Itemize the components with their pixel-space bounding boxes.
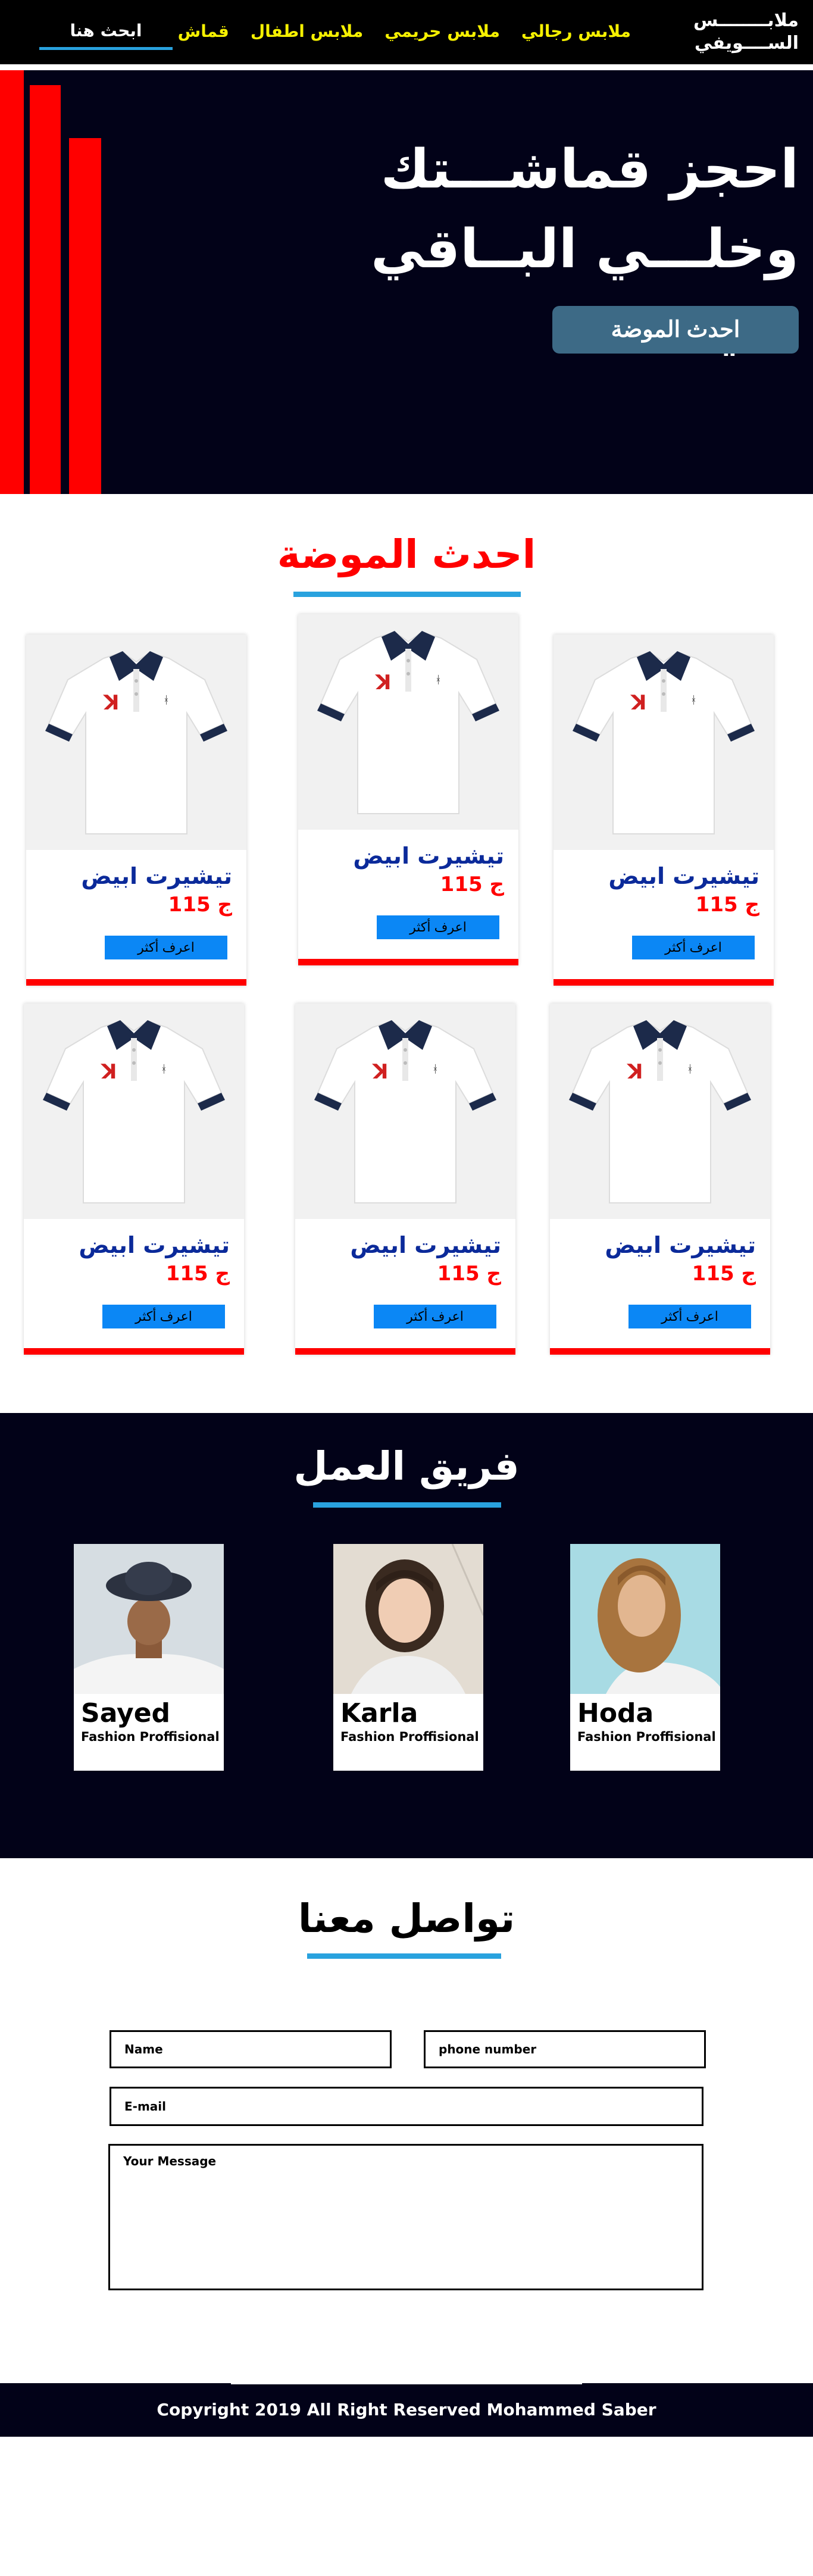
phone-field[interactable] (424, 2030, 706, 2068)
learn-more-button[interactable]: اعرف أكثر (632, 936, 755, 959)
hero-title-line-1: احجز قماشـــتك (380, 138, 799, 201)
logo-line-2: الســــويفي (694, 33, 799, 54)
product-card: تيشيرت ابيض 115 ج اعرف أكثر (554, 634, 774, 986)
product-name: تيشيرت ابيض (79, 1232, 230, 1258)
product-price: 115 ج (165, 1262, 230, 1286)
member-photo (333, 1544, 483, 1694)
product-card: تيشيرت ابيض 115 ج اعرف أكثر (295, 1003, 515, 1355)
contact-section-title: تواصل معنا (298, 1896, 515, 1942)
hero-red-bar-1 (0, 70, 24, 494)
product-card: تيشيرت ابيض 115 ج اعرف أكثر (24, 1003, 244, 1355)
product-image[interactable] (554, 634, 774, 850)
name-field[interactable] (110, 2030, 392, 2068)
product-card: تيشيرت ابيض 115 ج اعرف أكثر (298, 614, 518, 965)
member-role: Fashion Proffisional (577, 1730, 716, 1744)
product-name: تيشيرت ابيض (81, 863, 232, 889)
product-name: تيشيرت ابيض (608, 863, 759, 889)
member-name: Sayed (81, 1698, 171, 1728)
team-section: فريق العمل Sayed Fashion Proffisional Ka… (0, 1413, 813, 1858)
member-role: Fashion Proffisional (81, 1730, 220, 1744)
learn-more-button[interactable]: اعرف أكثر (628, 1305, 751, 1328)
nav-item-fabric[interactable]: قماش (178, 21, 229, 41)
search-label: ابحث هنا (70, 21, 142, 40)
product-price: 115 ج (168, 893, 232, 917)
hero-red-bar-3 (69, 138, 101, 494)
member-photo (570, 1544, 720, 1694)
learn-more-button[interactable]: اعرف أكثر (105, 936, 227, 959)
learn-more-button[interactable]: اعرف أكثر (102, 1305, 225, 1328)
email-field[interactable] (110, 2087, 703, 2126)
product-price: 115 ج (440, 873, 504, 896)
learn-more-button[interactable]: اعرف أكثر (374, 1305, 496, 1328)
header-divider (0, 64, 813, 70)
message-field[interactable] (108, 2144, 703, 2290)
product-price: 115 ج (692, 1262, 756, 1286)
team-member-card: Karla Fashion Proffisional (333, 1544, 483, 1771)
member-photo (74, 1544, 224, 1694)
main-nav: ملابس رجالي ملابس حريمي ملابس اطفال قماش (178, 18, 631, 44)
search-link[interactable]: ابحث هنا (39, 17, 173, 50)
team-member-card: Hoda Fashion Proffisional (570, 1544, 720, 1771)
hero-section: احجز قماشـــتك وخلـــي البــاقي علينا اح… (0, 70, 813, 494)
search-underline (39, 47, 173, 50)
contact-title-underline (307, 1953, 501, 1959)
site-header: ملابــــــــس الســــويفي ملابس رجالي مل… (0, 0, 813, 70)
site-logo[interactable]: ملابــــــــس الســــويفي (680, 10, 799, 55)
product-name: تيشيرت ابيض (350, 1232, 501, 1258)
product-image[interactable] (550, 1003, 770, 1219)
product-image[interactable] (295, 1003, 515, 1219)
product-image[interactable] (24, 1003, 244, 1219)
member-name: Hoda (577, 1698, 654, 1728)
product-card: تيشيرت ابيض 115 ج اعرف أكثر (550, 1003, 770, 1355)
latest-section-title: احدث الموضة (277, 532, 536, 577)
nav-item-kids[interactable]: ملابس اطفال (251, 21, 363, 41)
member-role: Fashion Proffisional (340, 1730, 479, 1744)
latest-fashion-button[interactable]: احدث الموضة (552, 306, 799, 354)
latest-title-underline (293, 592, 521, 597)
team-title-underline (313, 1502, 501, 1508)
nav-item-men[interactable]: ملابس رجالي (521, 21, 631, 41)
nav-item-women[interactable]: ملابس حريمي (384, 21, 500, 41)
logo-line-1: ملابــــــــس (693, 10, 799, 31)
product-image[interactable] (298, 614, 518, 830)
team-section-title: فريق العمل (293, 1443, 520, 1489)
team-member-card: Sayed Fashion Proffisional (74, 1544, 224, 1771)
site-footer: Copyright 2019 All Right Reserved Mohamm… (0, 2383, 813, 2437)
product-name: تيشيرت ابيض (353, 843, 504, 869)
copyright-text: Copyright 2019 All Right Reserved Mohamm… (157, 2400, 656, 2419)
hero-red-bar-2 (30, 85, 61, 494)
product-image[interactable] (26, 634, 246, 850)
page: ملابــــــــس الســــويفي ملابس رجالي مل… (0, 0, 813, 2576)
member-name: Karla (340, 1698, 418, 1728)
product-price: 115 ج (695, 893, 759, 917)
product-price: 115 ج (437, 1262, 501, 1286)
learn-more-button[interactable]: اعرف أكثر (377, 915, 499, 939)
product-card: تيشيرت ابيض 115 ج اعرف أكثر (26, 634, 246, 986)
product-name: تيشيرت ابيض (605, 1232, 756, 1258)
